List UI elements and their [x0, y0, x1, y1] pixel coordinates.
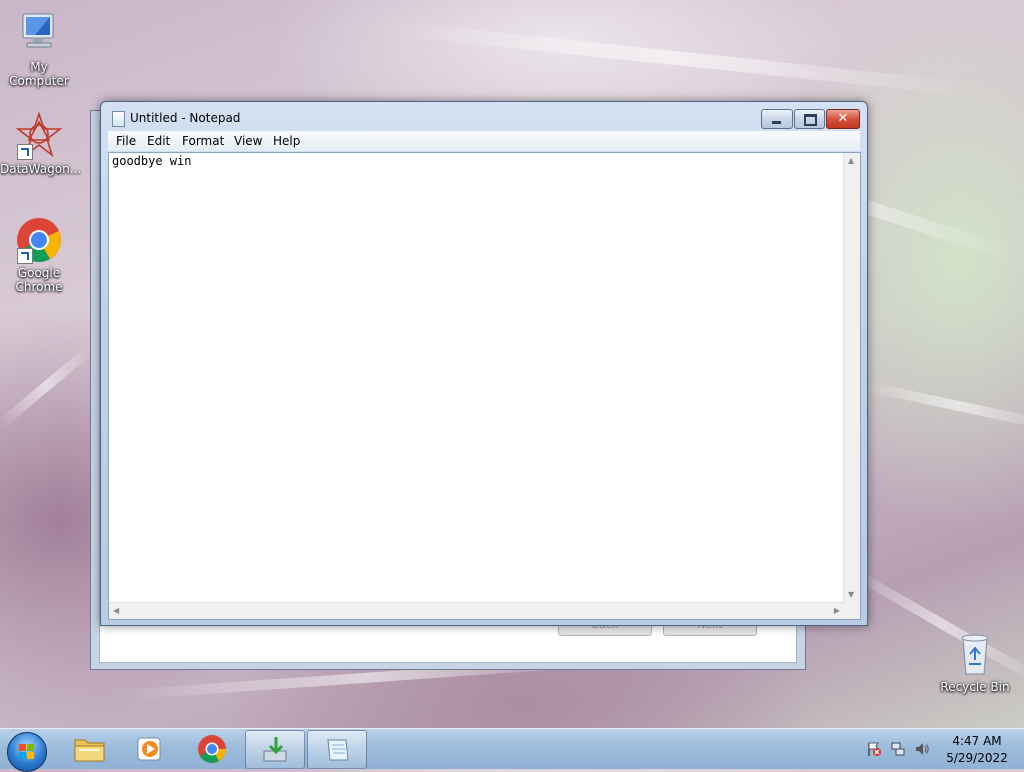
- taskbar-clock[interactable]: 4:47 AM 5/29/2022: [944, 733, 1010, 767]
- maximize-icon: [804, 114, 817, 126]
- menu-edit[interactable]: Edit: [147, 134, 170, 148]
- scroll-right-icon[interactable]: ▶: [834, 607, 840, 615]
- vertical-scrollbar[interactable]: ▲ ▼: [843, 153, 860, 603]
- start-button[interactable]: [7, 732, 47, 772]
- shortcut-arrow-icon: [17, 248, 33, 264]
- desktop-icon-label: My Computer: [9, 60, 69, 88]
- volume-icon[interactable]: [914, 741, 930, 757]
- desktop-icon-label: DataWagon...: [0, 162, 82, 176]
- clock-date: 5/29/2022: [946, 751, 1008, 765]
- folder-icon: [74, 739, 105, 762]
- notepad-icon: [112, 111, 125, 127]
- chrome-icon: [198, 735, 226, 763]
- taskbar-windows-explorer[interactable]: [60, 730, 118, 767]
- close-icon: ✕: [837, 111, 849, 126]
- clock-time: 4:47 AM: [952, 734, 1002, 748]
- menu-file[interactable]: File: [116, 134, 136, 148]
- resize-grip-icon[interactable]: [844, 603, 860, 619]
- system-tray: [860, 729, 940, 769]
- horizontal-scrollbar[interactable]: ◀ ▶: [109, 602, 844, 619]
- windows-logo-icon: [19, 744, 35, 760]
- minimize-button[interactable]: [761, 109, 793, 129]
- taskbar-google-chrome[interactable]: [183, 730, 241, 767]
- desktop-icon-datawagon[interactable]: DataWagon...: [0, 111, 82, 176]
- maximize-button[interactable]: [794, 109, 825, 129]
- desktop-icon-label: Recycle Bin: [940, 680, 1010, 694]
- taskbar-notepad[interactable]: [307, 730, 367, 769]
- menu-format[interactable]: Format: [182, 134, 224, 148]
- menu-view[interactable]: View: [234, 134, 262, 148]
- desktop-icon-label: Google Chrome: [15, 266, 63, 294]
- action-center-flag-icon[interactable]: [866, 741, 882, 757]
- desktop-icon-recycle-bin[interactable]: Recycle Bin: [936, 630, 1014, 694]
- desktop-icon-my-computer[interactable]: My Computer: [0, 10, 78, 88]
- scroll-up-icon[interactable]: ▲: [848, 157, 854, 165]
- title-bar[interactable]: Untitled - Notepad ✕: [101, 102, 867, 132]
- text-editor[interactable]: goodbye win ▲ ▼ ◀ ▶: [108, 152, 861, 620]
- scroll-down-icon[interactable]: ▼: [848, 591, 854, 599]
- installer-icon: [263, 737, 287, 762]
- chrome-icon: [15, 216, 63, 264]
- menu-bar: File Edit Format View Help: [108, 131, 860, 151]
- computer-icon: [15, 10, 63, 58]
- scroll-left-icon[interactable]: ◀: [113, 607, 119, 615]
- close-button[interactable]: ✕: [826, 109, 860, 129]
- recycle-bin-icon: [951, 630, 999, 678]
- window-title: Untitled - Notepad: [130, 111, 241, 125]
- taskbar-installer[interactable]: [245, 730, 305, 769]
- desktop-icon-google-chrome[interactable]: Google Chrome: [0, 216, 78, 294]
- taskbar: 4:47 AM 5/29/2022: [0, 728, 1024, 772]
- media-player-icon: [137, 737, 161, 761]
- editor-content[interactable]: goodbye win: [112, 154, 191, 168]
- taskbar-media-player[interactable]: [121, 730, 179, 767]
- menu-help[interactable]: Help: [273, 134, 300, 148]
- notepad-window: Untitled - Notepad ✕ File Edit Format Vi…: [100, 101, 868, 626]
- shortcut-arrow-icon: [17, 144, 33, 160]
- datawagon-icon: [15, 111, 63, 160]
- network-icon[interactable]: [890, 741, 906, 757]
- notepad-icon: [327, 739, 349, 761]
- minimize-icon: [772, 121, 781, 124]
